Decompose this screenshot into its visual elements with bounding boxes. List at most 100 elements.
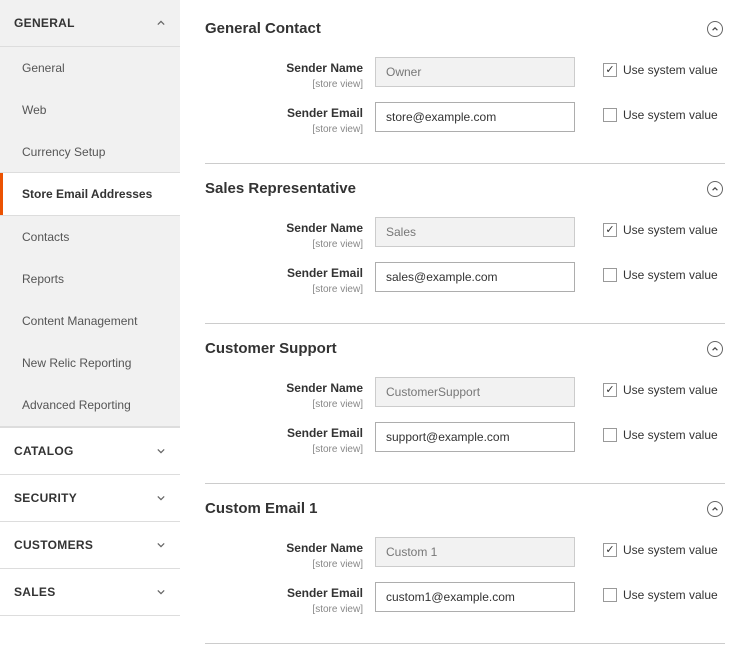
use-system-col: Use system value	[575, 262, 725, 282]
field-label: Sender Email	[205, 266, 363, 280]
sidebar-item-contacts[interactable]: Contacts	[0, 216, 180, 258]
chevron-down-icon	[156, 587, 166, 597]
sender-email-input[interactable]	[375, 262, 575, 292]
main-content: General Contact Sender Name [store view] Us…	[180, 0, 750, 660]
sidebar-item-currency-setup[interactable]: Currency Setup	[0, 131, 180, 173]
field-label: Sender Email	[205, 586, 363, 600]
field-label: Sender Name	[205, 61, 363, 75]
use-system-label: Use system value	[623, 268, 718, 282]
field-label: Sender Name	[205, 221, 363, 235]
field-scope: [store view]	[312, 79, 363, 90]
sidebar: GENERAL GeneralWebCurrency SetupStore Ema…	[0, 0, 180, 660]
sidebar-item-reports[interactable]: Reports	[0, 258, 180, 300]
config-section: General Contact Sender Name [store view] Us…	[205, 10, 725, 164]
use-system-checkbox[interactable]	[603, 383, 617, 397]
field-scope: [store view]	[312, 284, 363, 295]
field-label: Sender Name	[205, 541, 363, 555]
field-label-col: Sender Email [store view]	[205, 102, 375, 135]
use-system-checkbox[interactable]	[603, 428, 617, 442]
section-header[interactable]: Sales Representative	[205, 170, 725, 217]
use-system-col: Use system value	[575, 57, 725, 77]
field-label-col: Sender Email [store view]	[205, 262, 375, 295]
section-title: Sales Representative	[205, 180, 356, 197]
sidebar-section-sales[interactable]: SALES	[0, 569, 180, 615]
sidebar-item-new-relic-reporting[interactable]: New Relic Reporting	[0, 342, 180, 384]
chevron-down-icon	[156, 540, 166, 550]
field-label-col: Sender Email[store view]	[205, 422, 375, 455]
use-system-checkbox[interactable]	[603, 223, 617, 237]
sidebar-item-general[interactable]: General	[0, 47, 180, 89]
use-system-col: Use system value	[575, 217, 725, 237]
field-row: Sender Name [store view] Use system value	[205, 217, 725, 250]
field-label: Sender Name	[205, 381, 363, 395]
use-system-label: Use system value	[623, 223, 718, 237]
sidebar-section-label: SALES	[14, 585, 56, 599]
chevron-down-icon	[156, 446, 166, 456]
use-system-col: Use system value	[575, 582, 725, 602]
use-system-checkbox[interactable]	[603, 268, 617, 282]
chevron-down-icon	[156, 493, 166, 503]
field-scope: [store view]	[312, 239, 363, 250]
config-section: Customer Support Sender Name [store view] U…	[205, 330, 725, 484]
config-section: Custom Email 1 Sender Name [store view] Use…	[205, 490, 725, 644]
use-system-checkbox[interactable]	[603, 588, 617, 602]
use-system-checkbox[interactable]	[603, 108, 617, 122]
use-system-label: Use system value	[623, 383, 718, 397]
sidebar-item-content-management[interactable]: Content Management	[0, 300, 180, 342]
chevron-up-icon	[707, 341, 723, 357]
use-system-label: Use system value	[623, 543, 718, 557]
use-system-label: Use system value	[623, 588, 718, 602]
use-system-col: Use system value	[575, 102, 725, 122]
use-system-checkbox[interactable]	[603, 543, 617, 557]
field-label: Sender Email	[205, 106, 363, 120]
field-scope: [store view]	[312, 604, 363, 615]
sender-name-input	[375, 537, 575, 567]
sender-email-input[interactable]	[375, 582, 575, 612]
sender-email-input[interactable]	[375, 422, 575, 452]
field-scope: [store view]	[312, 399, 363, 410]
field-scope: [store view]	[312, 124, 363, 135]
sender-name-input	[375, 377, 575, 407]
chevron-up-icon	[707, 181, 723, 197]
sidebar-section-label: GENERAL	[14, 16, 75, 30]
section-title: Custom Email 1	[205, 500, 318, 517]
sidebar-section-general[interactable]: GENERAL	[0, 0, 180, 46]
sidebar-item-advanced-reporting[interactable]: Advanced Reporting	[0, 384, 180, 426]
sidebar-section-security[interactable]: SECURITY	[0, 475, 180, 521]
use-system-checkbox[interactable]	[603, 63, 617, 77]
field-row: Sender Email [store view] Use system value	[205, 582, 725, 615]
sidebar-section-label: SECURITY	[14, 491, 77, 505]
sender-email-input[interactable]	[375, 102, 575, 132]
chevron-up-icon	[156, 18, 166, 28]
use-system-col: Use system value	[575, 377, 725, 397]
sender-name-input	[375, 57, 575, 87]
section-header[interactable]: Customer Support	[205, 330, 725, 377]
sidebar-item-web[interactable]: Web	[0, 89, 180, 131]
field-scope: [store view]	[312, 444, 363, 455]
field-row: Sender Name [store view] Use system value	[205, 377, 725, 410]
sender-name-input	[375, 217, 575, 247]
sidebar-section-customers[interactable]: CUSTOMERS	[0, 522, 180, 568]
sidebar-section-label: CUSTOMERS	[14, 538, 93, 552]
use-system-label: Use system value	[623, 428, 718, 442]
field-row: Sender Email[store view] Use system value	[205, 422, 725, 455]
field-label-col: Sender Name [store view]	[205, 377, 375, 410]
field-row: Sender Name [store view] Use system value	[205, 57, 725, 90]
use-system-col: Use system value	[575, 422, 725, 442]
sidebar-item-store-email-addresses[interactable]: Store Email Addresses	[0, 172, 180, 216]
sidebar-section-label: CATALOG	[14, 444, 74, 458]
field-label-col: Sender Name [store view]	[205, 57, 375, 90]
field-row: Sender Email [store view] Use system value	[205, 262, 725, 295]
field-scope: [store view]	[312, 559, 363, 570]
sidebar-section-catalog[interactable]: CATALOG	[0, 428, 180, 474]
field-row: Sender Name [store view] Use system value	[205, 537, 725, 570]
field-row: Sender Email [store view] Use system value	[205, 102, 725, 135]
use-system-label: Use system value	[623, 63, 718, 77]
use-system-label: Use system value	[623, 108, 718, 122]
section-header[interactable]: General Contact	[205, 10, 725, 57]
section-title: General Contact	[205, 20, 321, 37]
field-label-col: Sender Email [store view]	[205, 582, 375, 615]
use-system-col: Use system value	[575, 537, 725, 557]
field-label-col: Sender Name [store view]	[205, 537, 375, 570]
section-header[interactable]: Custom Email 1	[205, 490, 725, 537]
